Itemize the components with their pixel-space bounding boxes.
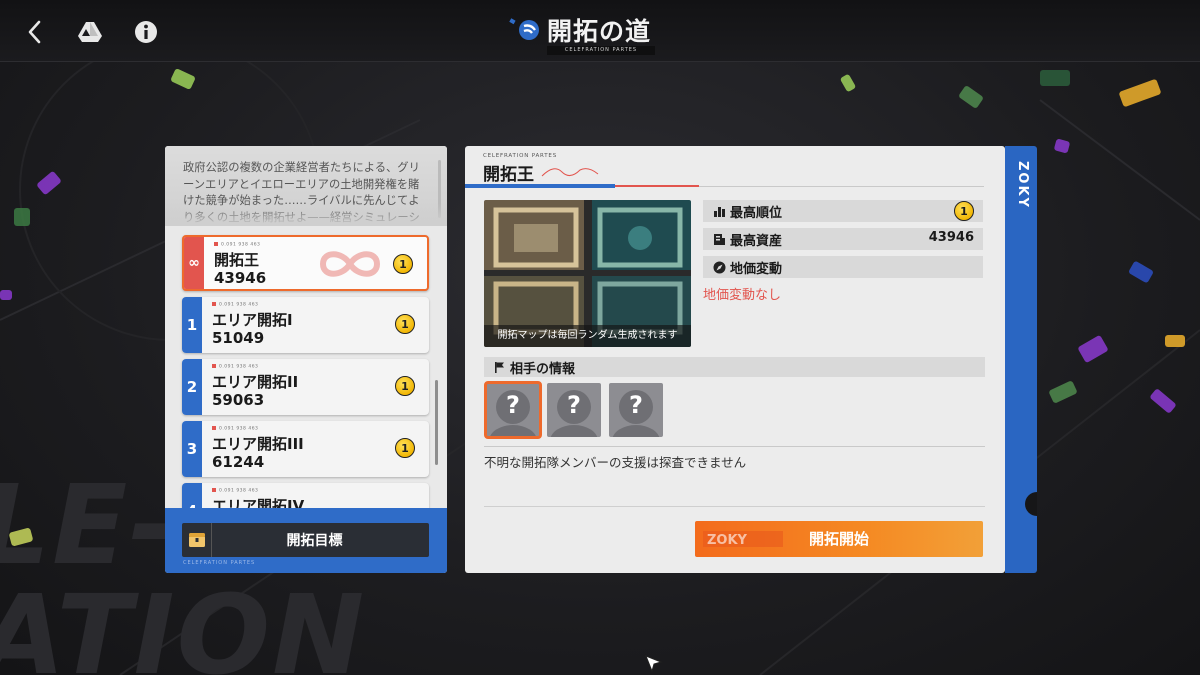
opponent-info-label: 相手の情報 [510,361,576,377]
rank-coin-icon: 1 [395,314,415,334]
side-strip: ZOKY [1005,146,1037,573]
opponent-avatar-2[interactable]: ? [547,383,601,437]
land-change-value: 地価変動なし [703,288,782,303]
side-strip-text: ZOKY [1015,161,1030,209]
bottom-divider [484,506,985,507]
route-description: 政府公認の複数の企業経営者たちによる、グリーンエリアとイエローエリアの土地開発権… [165,146,447,226]
avatar-question-mark: ? [506,391,520,419]
avatar-question-mark: ? [629,391,643,419]
detail-header: CELEFRATION PARTES 開拓王 [465,146,1005,190]
best-assets-value: 43946 [928,230,974,245]
route-name: エリア開拓II [212,373,299,391]
confetti [1165,335,1185,347]
best-rank-coin-icon: 1 [954,201,974,221]
drive-button[interactable] [72,14,108,50]
info-icon [135,21,157,43]
start-button-label: 開拓開始 [808,530,869,548]
route-detail-panel: CELEFRATION PARTES 開拓王 開拓マップは毎回ランダム生成されま… [465,146,1005,573]
route-code: 0.091 938 463 [212,364,258,370]
compass-icon [712,260,726,274]
assets-icon [712,232,726,246]
route-badge: ∞ [184,237,204,289]
info-button[interactable] [128,14,164,50]
route-name: エリア開拓III [212,435,304,453]
route-score: 43946 [214,269,267,287]
route-list: ∞ 0.091 938 463 開拓王 43946 1 1 0.091 938 … [165,230,447,548]
route-score: 61244 [212,453,265,471]
opponent-note: 不明な開拓隊メンバーの支援は探査できません [484,455,747,470]
opponent-divider [484,446,985,447]
route-card-area-1[interactable]: 1 0.091 938 463 エリア開拓I 51049 1 [182,297,429,353]
header-underline-red [615,185,699,187]
infinity-icon [319,251,381,277]
left-footer: 開拓目標 CELEFRATION PARTES [165,508,447,573]
route-code: 0.091 938 463 [212,488,258,494]
chevron-left-icon [28,20,41,44]
description-scrollbar[interactable] [438,160,441,218]
route-logo-icon [509,18,539,40]
best-assets-row: 最高資産 43946 [703,228,983,250]
signature-icon [541,168,599,177]
route-score: 51049 [212,329,265,347]
route-badge: 1 [182,297,202,353]
opponent-avatar-3[interactable]: ? [609,383,663,437]
top-bar: 開拓の道 CELEFRATION PARTES [0,0,1200,62]
avatar-question-mark: ? [567,391,581,419]
start-button[interactable]: ZOKY 開拓開始 [695,521,983,557]
footer-tag: CELEFRATION PARTES [183,560,256,566]
route-code: 0.091 938 463 [214,242,260,248]
route-name: 開拓王 [214,251,260,269]
drive-icon [78,22,102,42]
detail-header-tag: CELEFRATION PARTES [483,153,558,159]
rank-coin-icon: 1 [395,376,415,396]
page-title-group: 開拓の道 CELEFRATION PARTES [505,8,695,56]
detail-title: 開拓王 [483,165,534,185]
route-code: 0.091 938 463 [212,302,258,308]
flag-icon [492,360,506,374]
goal-icon-box [182,523,212,557]
header-underline-grey [699,186,984,187]
best-rank-row: 最高順位 1 [703,200,983,222]
goal-button[interactable]: 開拓目標 [182,523,429,557]
page-title: 開拓の道 [547,17,652,46]
rank-coin-icon: 1 [393,254,413,274]
route-card-area-2[interactable]: 2 0.091 938 463 エリア開拓II 59063 1 [182,359,429,415]
goal-button-label: 開拓目標 [286,533,343,549]
route-badge: 2 [182,359,202,415]
confetti [0,290,12,300]
route-score: 59063 [212,391,265,409]
route-code: 0.091 938 463 [212,426,258,432]
opponent-avatar-1[interactable]: ? [484,381,542,439]
route-list-scrollbar[interactable] [435,380,438,465]
side-strip-notch [1025,492,1037,516]
back-button[interactable] [17,14,53,50]
map-preview: 開拓マップは毎回ランダム生成されます [484,200,691,347]
route-card-area-3[interactable]: 3 0.091 938 463 エリア開拓III 61244 1 [182,421,429,477]
best-rank-label: 最高順位 [730,205,783,221]
rank-coin-icon: 1 [395,438,415,458]
opponent-info-header: 相手の情報 [484,357,985,377]
header-underline-blue [465,184,615,188]
route-list-panel: 政府公認の複数の企業経営者たちによる、グリーンエリアとイエローエリアの土地開発権… [165,146,447,573]
page-subtitle: CELEFRATION PARTES [547,46,655,55]
land-change-label: 地価変動 [730,261,783,277]
chest-icon [188,533,205,547]
mouse-cursor-icon [645,655,663,673]
map-caption: 開拓マップは毎回ランダム生成されます [484,325,691,347]
best-assets-label: 最高資産 [730,233,783,249]
route-description-text: 政府公認の複数の企業経営者たちによる、グリーンエリアとイエローエリアの土地開発権… [183,161,420,224]
route-name: エリア開拓I [212,311,293,329]
bar-chart-icon [712,204,726,218]
land-change-row: 地価変動 [703,256,983,278]
confetti [1040,70,1070,86]
route-badge: 3 [182,421,202,477]
confetti [14,208,30,226]
route-card-kaitakuou[interactable]: ∞ 0.091 938 463 開拓王 43946 1 [182,235,429,291]
